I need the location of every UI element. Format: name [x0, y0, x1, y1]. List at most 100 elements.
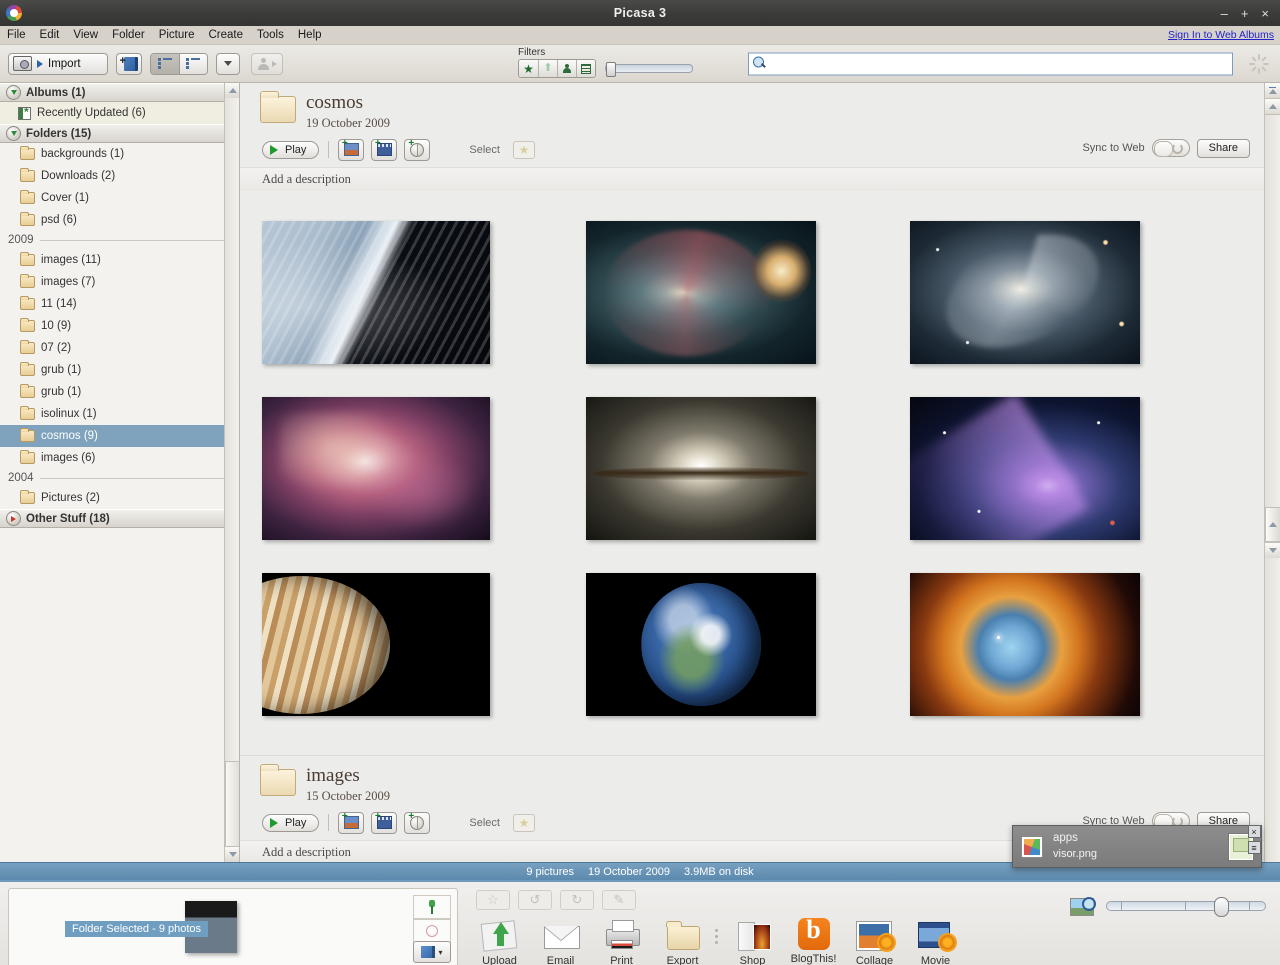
zoom-slider[interactable]: [1106, 901, 1266, 911]
sidebar-item-recently-updated[interactable]: Recently Updated (6): [0, 102, 239, 124]
play-slideshow-button[interactable]: Play: [262, 141, 319, 159]
search-input[interactable]: [767, 54, 1232, 73]
add-geotag-button[interactable]: [404, 812, 430, 834]
scroll-to-top-button[interactable]: [1265, 83, 1280, 99]
photo-tray[interactable]: Folder Selected - 9 photos ▾: [8, 888, 458, 965]
export-button[interactable]: Export: [653, 916, 712, 965]
notification-close-button[interactable]: ×: [1248, 825, 1261, 838]
whirlpool-galaxy[interactable]: [586, 221, 816, 364]
shop-button[interactable]: Shop: [723, 916, 782, 965]
menu-create[interactable]: Create: [201, 29, 250, 41]
earth-limb-from-orbit[interactable]: [262, 221, 490, 364]
minimize-button[interactable]: –: [1221, 7, 1228, 20]
add-album-button[interactable]: [116, 53, 142, 75]
photo-thumbnail[interactable]: [262, 557, 586, 733]
people-view-button[interactable]: [251, 53, 283, 75]
date-range-slider-thumb[interactable]: [606, 62, 616, 77]
menu-tools[interactable]: Tools: [250, 29, 291, 41]
content-scrollbar[interactable]: [1264, 83, 1280, 862]
jupiter[interactable]: [262, 573, 490, 716]
sidebar-item-backgrounds[interactable]: backgrounds (1): [0, 143, 239, 165]
movie-button[interactable]: Movie: [906, 916, 965, 965]
upload-filter-button[interactable]: ⬆: [538, 60, 557, 77]
sidebar-scroll-down-button[interactable]: [225, 847, 240, 862]
sync-to-web-toggle[interactable]: [1152, 139, 1190, 157]
sidebar-item-cover[interactable]: Cover (1): [0, 187, 239, 209]
maximize-button[interactable]: +: [1241, 7, 1249, 20]
helix-nebula[interactable]: [910, 573, 1140, 716]
other-stuff-header[interactable]: Other Stuff (18): [0, 509, 239, 528]
people-filter-button[interactable]: [557, 60, 576, 77]
sidebar-scroll-thumb[interactable]: [225, 761, 240, 847]
sidebar-item-images-6[interactable]: images (6): [0, 447, 239, 469]
star-button[interactable]: ☆: [476, 890, 510, 910]
sidebar-item-10[interactable]: 10 (9): [0, 315, 239, 337]
rotate-left-button[interactable]: ↺: [518, 890, 552, 910]
rotate-right-button[interactable]: ↻: [560, 890, 594, 910]
sidebar-item-images-7[interactable]: images (7): [0, 271, 239, 293]
add-photos-button[interactable]: [338, 812, 364, 834]
add-photos-button[interactable]: [338, 139, 364, 161]
notification-menu-button[interactable]: ≡: [1248, 841, 1261, 854]
menu-view[interactable]: View: [66, 29, 105, 41]
blogthis-button[interactable]: BlogThis!: [784, 916, 843, 965]
sidebar-item-isolinux[interactable]: isolinux (1): [0, 403, 239, 425]
import-button[interactable]: Import: [8, 53, 108, 75]
list-view-button[interactable]: [151, 54, 179, 74]
zoom-thumbnail-icon[interactable]: [1070, 896, 1096, 916]
add-to-album-button[interactable]: ▾: [413, 941, 451, 963]
comet[interactable]: [910, 397, 1140, 540]
photo-thumbnail[interactable]: [586, 205, 910, 381]
menu-file[interactable]: File: [0, 29, 33, 41]
sidebar-item-07[interactable]: 07 (2): [0, 337, 239, 359]
sidebar-item-psd[interactable]: psd (6): [0, 209, 239, 231]
photo-thumbnail[interactable]: [910, 381, 1234, 557]
earth-blue-marble[interactable]: [586, 573, 816, 716]
print-button[interactable]: Print: [592, 916, 651, 965]
orion-nebula[interactable]: [262, 397, 490, 540]
video-filter-button[interactable]: [576, 60, 595, 77]
sombrero-galaxy[interactable]: [586, 397, 816, 540]
tag-button[interactable]: ✎: [602, 890, 636, 910]
description-field-cosmos[interactable]: Add a description: [240, 167, 1264, 191]
other-stuff-expand-toggle[interactable]: [6, 511, 21, 526]
star-filter-button[interactable]: ★: [519, 60, 538, 77]
select-starred-button[interactable]: ★: [513, 814, 535, 832]
upload-button[interactable]: Upload: [470, 916, 529, 965]
photo-thumbnail[interactable]: [262, 205, 586, 381]
photo-thumbnail[interactable]: [262, 381, 586, 557]
sidebar-item-grub-1[interactable]: grub (1): [0, 359, 239, 381]
menu-help[interactable]: Help: [291, 29, 329, 41]
menu-picture[interactable]: Picture: [152, 29, 202, 41]
photo-thumbnail[interactable]: [910, 205, 1234, 381]
sidebar-scrollbar[interactable]: [224, 83, 239, 862]
content-scroll-thumb[interactable]: [1265, 507, 1280, 542]
email-button[interactable]: Email: [531, 916, 590, 965]
hold-selection-button[interactable]: [413, 895, 451, 919]
albums-collapse-toggle[interactable]: [6, 85, 21, 100]
add-movie-button[interactable]: [371, 139, 397, 161]
add-geotag-button[interactable]: [404, 139, 430, 161]
notification-popup[interactable]: apps visor.png × ≡: [1012, 825, 1262, 868]
clear-selection-button[interactable]: [413, 919, 451, 943]
photo-thumbnail[interactable]: [910, 557, 1234, 733]
tree-view-button[interactable]: [179, 54, 207, 74]
sidebar-item-pictures[interactable]: Pictures (2): [0, 487, 239, 509]
sidebar-item-grub-2[interactable]: grub (1): [0, 381, 239, 403]
photo-thumbnail[interactable]: [586, 557, 910, 733]
collage-button[interactable]: Collage: [845, 916, 904, 965]
search-box[interactable]: [748, 52, 1233, 75]
albums-header[interactable]: Albums (1): [0, 83, 239, 102]
zoom-slider-thumb[interactable]: [1214, 897, 1229, 917]
sidebar-item-cosmos[interactable]: cosmos (9): [0, 425, 239, 447]
close-button[interactable]: ×: [1261, 7, 1269, 20]
select-starred-button[interactable]: ★: [513, 141, 535, 159]
spiral-galaxy[interactable]: [910, 221, 1140, 364]
sidebar-scroll-up-button[interactable]: [225, 83, 240, 98]
sidebar-item-images-11[interactable]: images (11): [0, 249, 239, 271]
menu-folder[interactable]: Folder: [105, 29, 152, 41]
scroll-down-button[interactable]: [1265, 542, 1280, 558]
folders-header[interactable]: Folders (15): [0, 124, 239, 143]
sidebar-item-11[interactable]: 11 (14): [0, 293, 239, 315]
play-slideshow-button[interactable]: Play: [262, 814, 319, 832]
